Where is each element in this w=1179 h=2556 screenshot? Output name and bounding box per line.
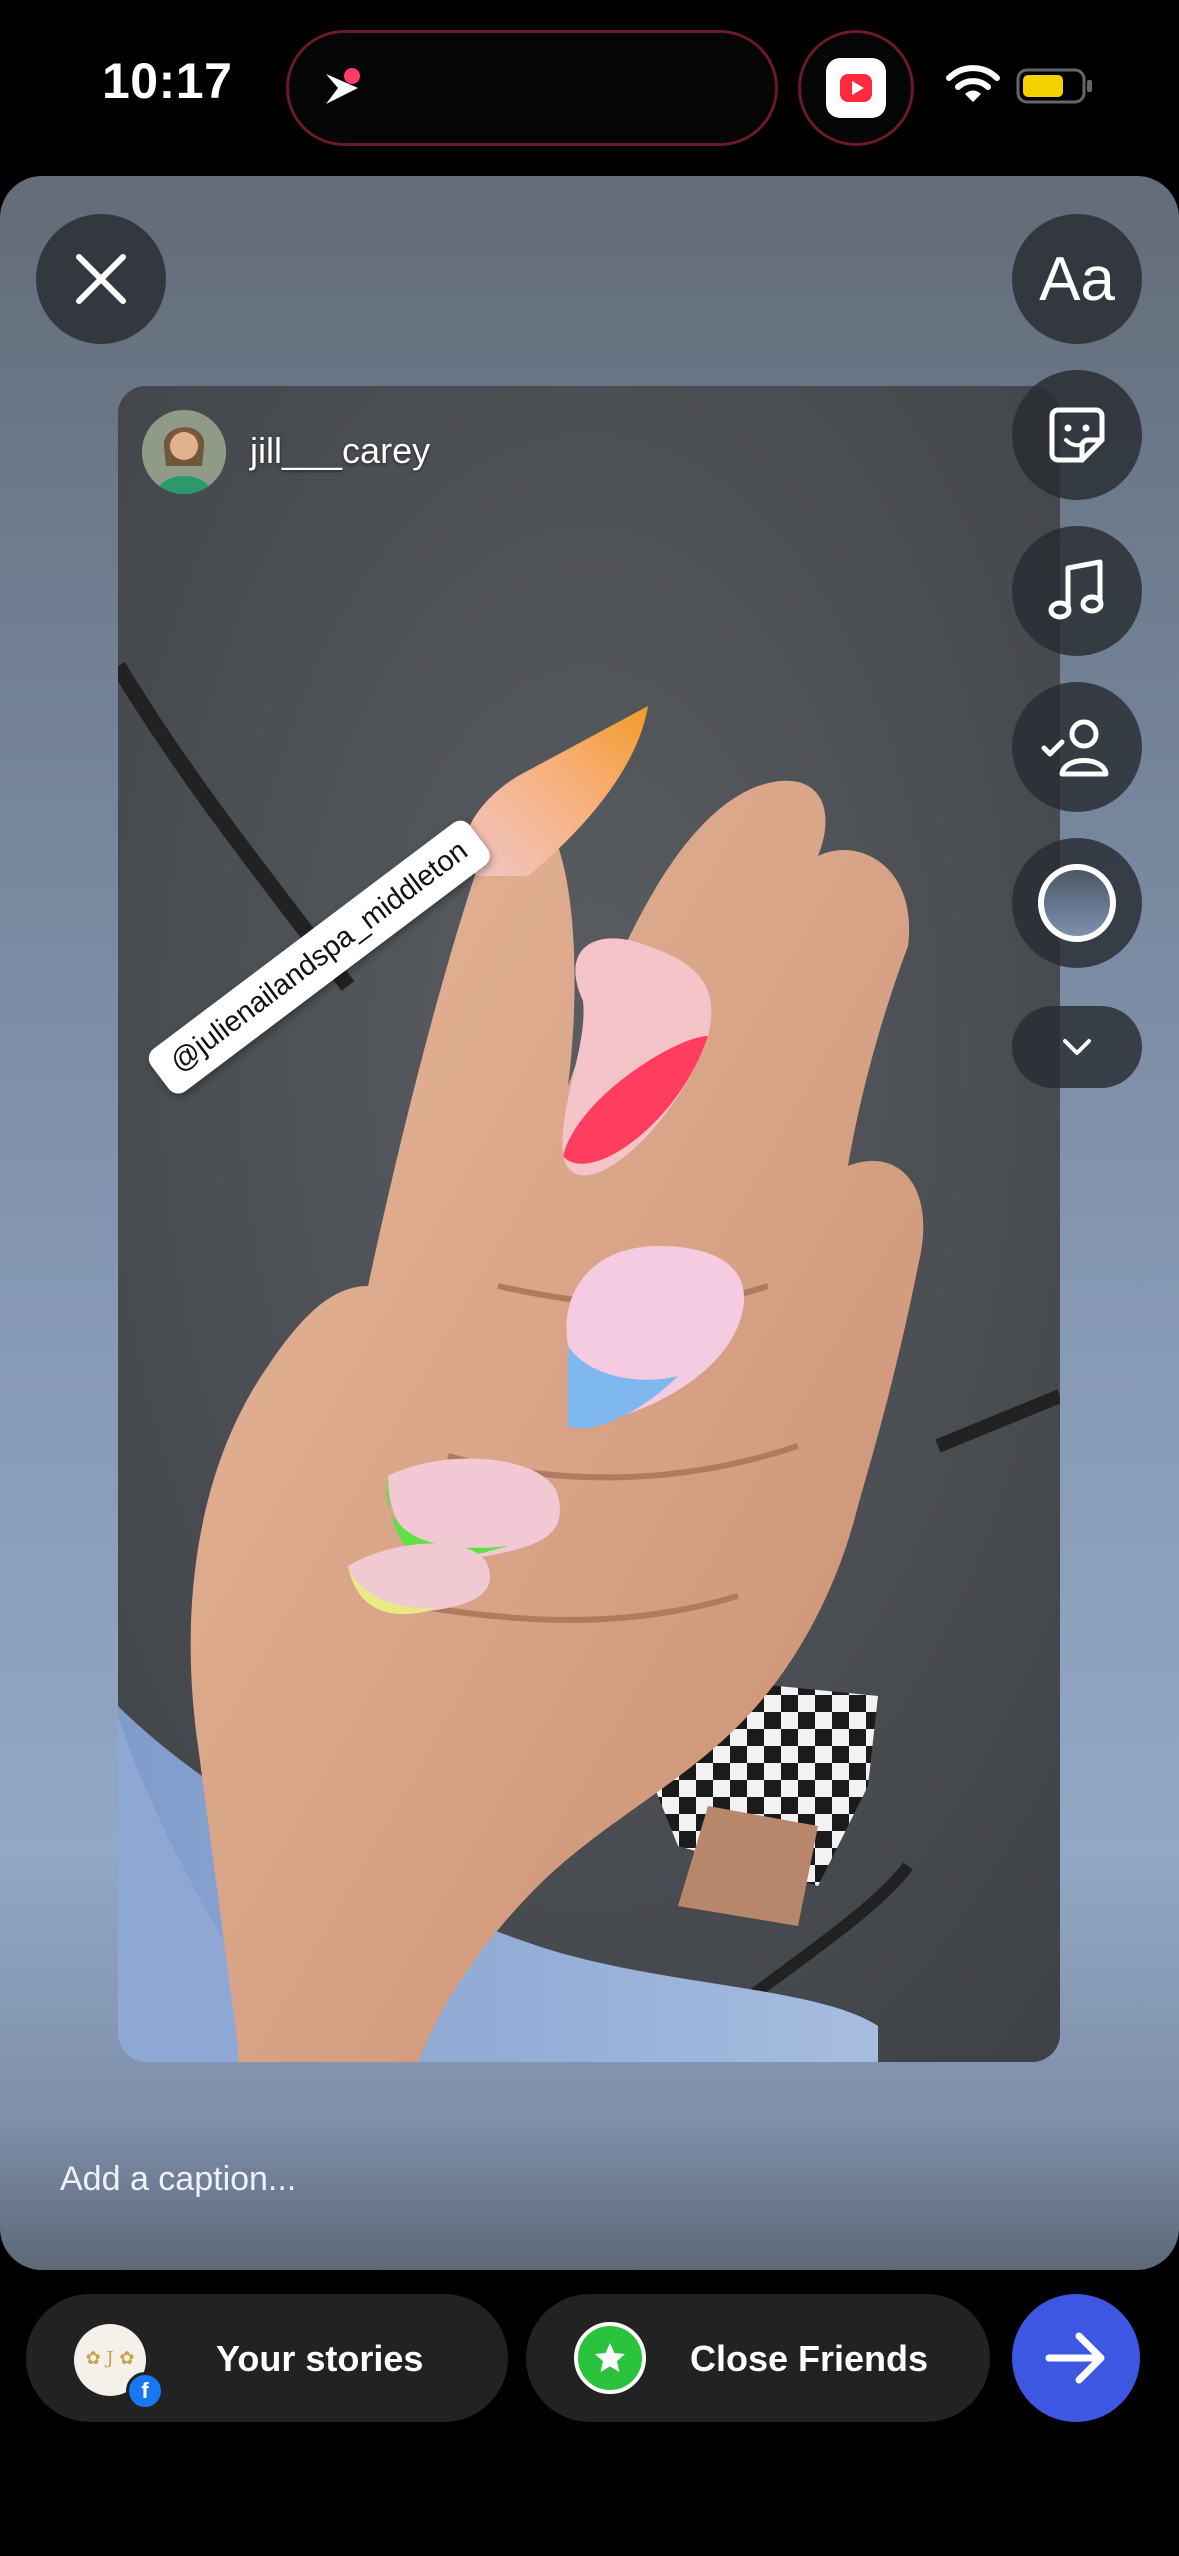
close-friends-star-icon	[574, 2322, 646, 2394]
shared-post-photo[interactable]	[118, 386, 1060, 2062]
close-friends-label: Close Friends	[690, 2338, 929, 2379]
close-button[interactable]	[36, 214, 166, 344]
status-time: 10:17	[102, 53, 233, 109]
sticker-tool-button[interactable]	[1012, 370, 1142, 500]
music-note-icon	[1048, 559, 1104, 620]
svg-text:✿ J ✿: ✿ J ✿	[86, 2348, 135, 2369]
chevron-down-icon	[1063, 1039, 1091, 1055]
facebook-badge-icon: f	[126, 2372, 164, 2410]
more-tools-button[interactable]	[1012, 1006, 1142, 1088]
close-friends-button[interactable]: Close Friends	[526, 2294, 990, 2422]
circle-icon	[1038, 864, 1116, 942]
arrow-right-icon	[1045, 2332, 1105, 2384]
nail-photo-image	[118, 386, 1060, 2062]
music-tool-button[interactable]	[1012, 526, 1142, 656]
author-username[interactable]: jill___carey	[250, 430, 430, 472]
close-icon	[76, 254, 126, 304]
sticker-icon	[1049, 407, 1105, 463]
your-stories-button[interactable]: ✿ J ✿ f Your stories	[26, 2294, 508, 2422]
media-app-icon	[826, 58, 886, 118]
wifi-icon	[946, 65, 1000, 102]
caption-input[interactable]: Add a caption...	[60, 2160, 296, 2199]
text-tool-button[interactable]: Aa	[1012, 214, 1142, 344]
your-stories-label: Your stories	[216, 2338, 424, 2379]
battery-icon	[1016, 68, 1092, 104]
text-tool-label: Aa	[1039, 244, 1115, 314]
mention-person-icon	[1041, 719, 1109, 777]
live-activity-logo	[326, 68, 360, 104]
effects-tool-button[interactable]	[1012, 838, 1142, 968]
send-button[interactable]	[1012, 2294, 1140, 2422]
author-avatar	[142, 410, 226, 494]
mention-tool-button[interactable]	[1012, 682, 1142, 812]
